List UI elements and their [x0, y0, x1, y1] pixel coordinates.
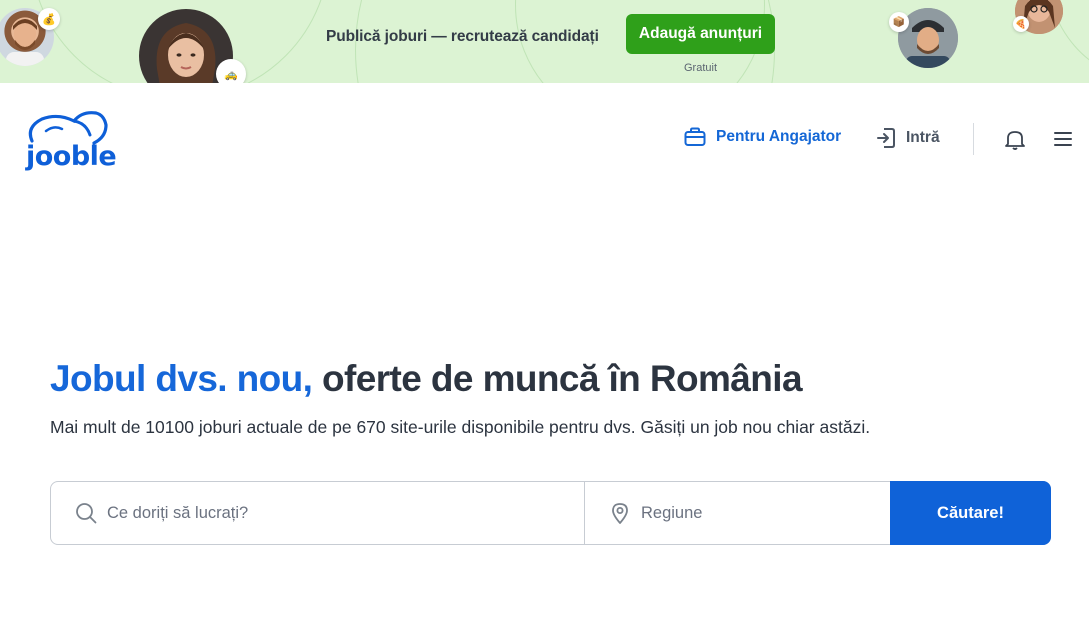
search-button[interactable]: Căutare! [890, 481, 1051, 545]
promo-banner: 💰 🚕 Publică joburi — recrutează candidaț… [0, 0, 1089, 83]
briefcase-icon [684, 127, 706, 146]
logo-text: jooble [26, 141, 117, 172]
region-input[interactable] [641, 503, 871, 523]
search-bar: Căutare! [50, 481, 1051, 545]
add-listings-button[interactable]: Adaugă anunțuri [626, 14, 775, 54]
employer-label: Pentru Angajator [716, 128, 842, 145]
search-icon [76, 503, 97, 524]
job-search-input[interactable] [107, 503, 527, 523]
promo-subtext: Gratuit [683, 62, 717, 74]
food-icon: 🍕 [1013, 16, 1029, 32]
taxi-icon: 🚕 [216, 59, 246, 83]
nav-divider [973, 123, 974, 155]
login-icon [877, 128, 895, 148]
location-pin-icon [612, 503, 628, 524]
job-field [51, 482, 585, 544]
login-label: Intră [906, 129, 940, 146]
hero-subtitle: Mai mult de 10100 joburi actuale de pe 6… [50, 417, 871, 437]
employer-link[interactable]: Pentru Angajator [684, 127, 841, 147]
title-rest: oferte de muncă în România [322, 358, 802, 399]
title-accent: Jobul dvs. nou, [50, 358, 313, 399]
region-field [585, 482, 891, 544]
package-icon: 📦 [889, 12, 909, 32]
money-bag-icon: 💰 [38, 8, 60, 30]
site-header: jooble Pentru Angajator Intră [0, 83, 1089, 193]
login-link[interactable]: Intră [876, 127, 940, 149]
promo-text: Publică joburi — recrutează candidați [326, 28, 599, 45]
bell-icon[interactable] [1004, 128, 1026, 155]
page-title: Jobul dvs. nou, oferte de muncă în Român… [50, 358, 803, 400]
menu-icon[interactable] [1054, 131, 1072, 152]
